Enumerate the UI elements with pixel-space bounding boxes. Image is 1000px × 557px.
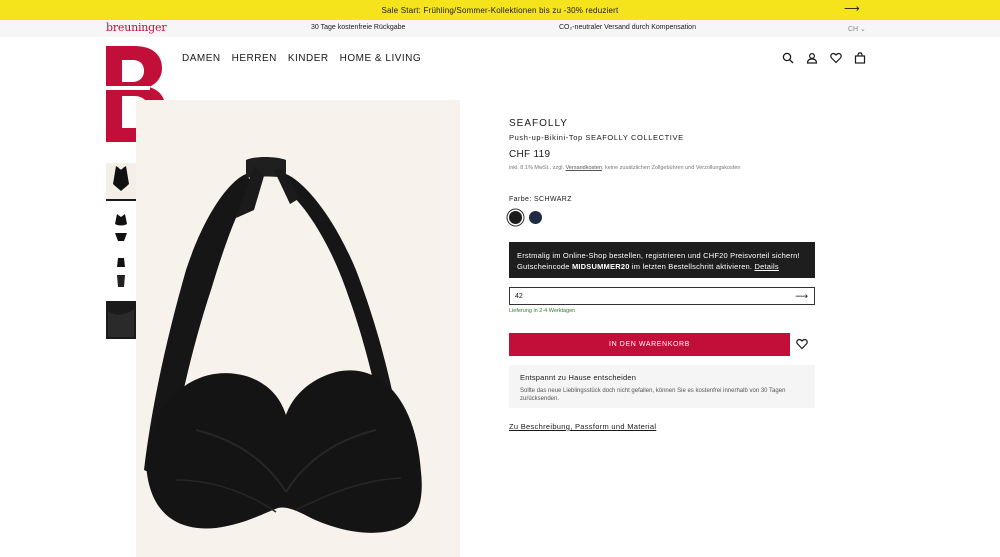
arrow-right-icon[interactable]: ⟶ <box>844 3 860 15</box>
country-selector[interactable]: CH ⌄ <box>848 25 866 33</box>
thumbnail-2[interactable] <box>106 209 136 247</box>
arrow-right-icon: ⟶ <box>795 291 808 301</box>
swatch-black[interactable] <box>509 211 522 224</box>
product-price: CHF 119 <box>509 149 551 160</box>
bikini-top-thumb-image <box>113 166 129 191</box>
size-select-value: 42 <box>515 293 523 300</box>
thumbnail-4[interactable] <box>106 301 136 339</box>
bag-icon[interactable] <box>854 52 866 64</box>
thumbnail-3[interactable] <box>106 255 136 293</box>
bikini-top-image <box>144 157 422 533</box>
product-name: Push-up-Bikini-Top SEAFOLLY COLLECTIVE <box>509 133 684 142</box>
returns-text: Sollte das neue Lieblingsstück doch nich… <box>520 388 786 402</box>
thumbnail-list <box>106 163 136 347</box>
nav-item-damen[interactable]: DAMEN <box>182 53 221 64</box>
promo-line-2: Gutscheincode MIDSUMMER20 im letzten Bes… <box>517 261 807 272</box>
main-nav: DAMEN HERREN KINDER HOME & LIVING <box>182 53 421 64</box>
color-label: Farbe: SCHWARZ <box>509 196 572 203</box>
product-main-image[interactable] <box>136 100 460 557</box>
promo-line-1: Erstmalig im Online-Shop bestellen, regi… <box>517 251 800 260</box>
promo-box: Erstmalig im Online-Shop bestellen, regi… <box>509 242 815 278</box>
price-note-prefix: inkl. 8.1% MwSt., zzgl. <box>509 165 565 171</box>
nav-item-home-living[interactable]: HOME & LIVING <box>340 53 422 64</box>
sale-banner-text[interactable]: Sale Start: Frühling/Sommer-Kollektionen… <box>382 6 619 15</box>
nav-item-herren[interactable]: HERREN <box>232 53 277 64</box>
search-icon[interactable] <box>782 52 794 64</box>
shipping-costs-link[interactable]: Versandkosten <box>566 165 602 171</box>
promo-code: MIDSUMMER20 <box>571 262 630 271</box>
price-note-suffix: , keine zusätzlichen Zollgebühren und Ve… <box>601 165 741 171</box>
delivery-time: Lieferung in 2-4 Werktagen <box>509 308 576 314</box>
utility-bar: breuninger 30 Tage kostenfreie Rückgabe … <box>0 20 1000 37</box>
size-select[interactable]: 42 ⟶ <box>509 287 815 305</box>
header-icons <box>782 52 866 64</box>
thumbnail-1[interactable] <box>106 163 136 201</box>
color-swatches <box>509 211 815 224</box>
nav-item-kinder[interactable]: KINDER <box>288 53 329 64</box>
model-thumb-image <box>117 258 125 287</box>
promo-code-prefix: Gutscheincode <box>517 262 570 271</box>
description-link[interactable]: Zu Beschreibung, Passform und Material <box>509 422 656 431</box>
promo-details-link[interactable]: Details <box>755 262 779 271</box>
add-to-cart-button[interactable]: IN DEN WARENKORB <box>509 333 790 356</box>
sale-banner[interactable]: Sale Start: Frühling/Sommer-Kollektionen… <box>0 0 1000 20</box>
wishlist-icon[interactable] <box>830 52 842 64</box>
usp-returns: 30 Tage kostenfreie Rückgabe <box>311 24 406 31</box>
account-icon[interactable] <box>806 52 818 64</box>
price-note: inkl. 8.1% MwSt., zzgl. Versandkosten, k… <box>509 165 815 171</box>
logo-wordmark[interactable]: breuninger <box>106 21 167 34</box>
usp-shipping: CO₂-neutraler Versand durch Kompensation <box>559 24 696 31</box>
product-info: SEAFOLLY Push-up-Bikini-Top SEAFOLLY COL… <box>509 118 815 224</box>
promo-code-suffix: im letzten Bestellschritt aktivieren. <box>631 262 753 271</box>
returns-info: Entspannt zu Hause entscheiden Sollte da… <box>509 365 815 408</box>
product-brand[interactable]: SEAFOLLY <box>509 118 815 129</box>
heart-icon[interactable] <box>796 338 808 350</box>
returns-title: Entspannt zu Hause entscheiden <box>520 373 637 382</box>
bikini-set-thumb-image <box>115 214 127 241</box>
detail-thumb-image <box>108 309 134 337</box>
swatch-navy[interactable] <box>529 211 542 224</box>
